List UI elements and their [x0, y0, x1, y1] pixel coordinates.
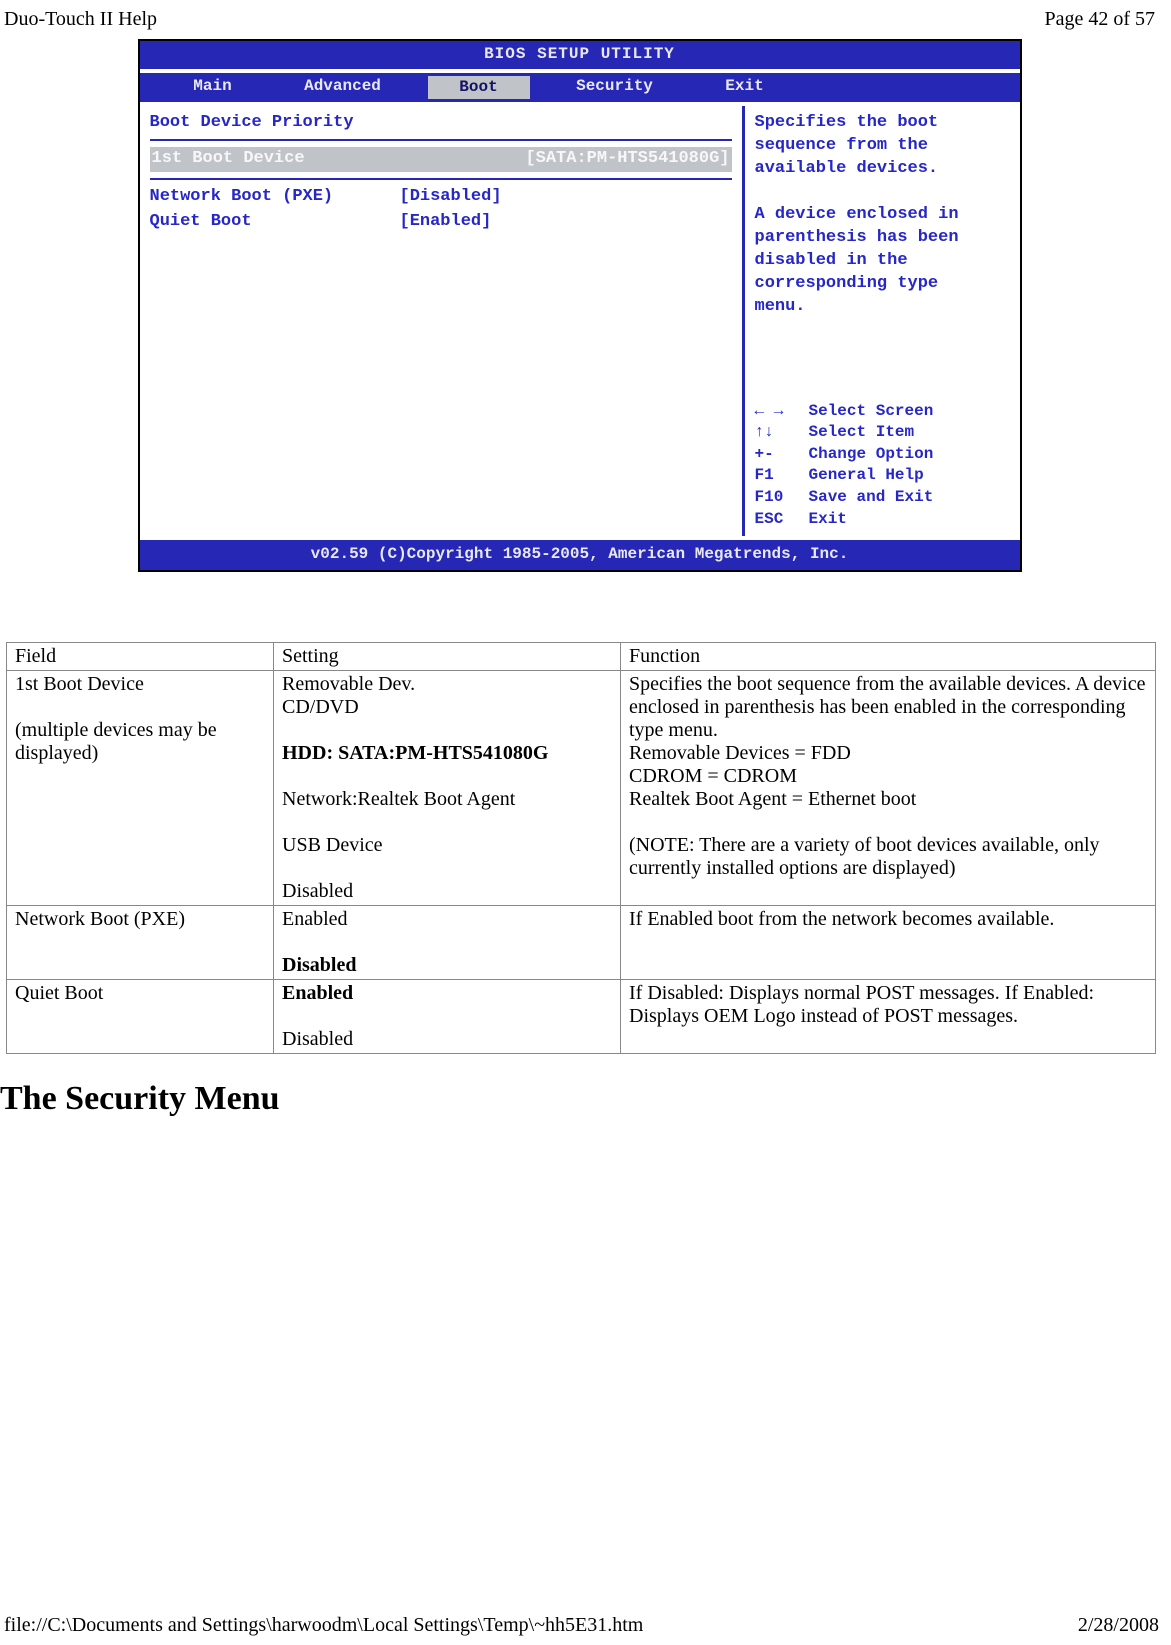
bios-key-row: ESC Exit [755, 509, 1010, 531]
setting-bold: Disabled [282, 954, 612, 977]
cell-function: If Enabled boot from the network becomes… [621, 905, 1156, 979]
bios-body: Boot Device Priority 1st Boot Device [SA… [140, 106, 1020, 536]
col-field: Field [7, 642, 274, 670]
bios-first-boot-label: 1st Boot Device [152, 148, 305, 171]
func-line: Realtek Boot Agent = Ethernet boot [629, 788, 1147, 811]
bios-tab-bar: Main Advanced Boot Security Exit [140, 73, 1020, 107]
bios-tab-exit[interactable]: Exit [700, 76, 790, 100]
bios-key: ← → [755, 401, 799, 423]
setting-line: Enabled [282, 908, 612, 931]
bios-right-pane: Specifies the boot sequence from the ava… [745, 106, 1020, 536]
page-footer: file://C:\Documents and Settings\harwood… [4, 1614, 1159, 1637]
bios-tab-advanced[interactable]: Advanced [298, 76, 388, 100]
bios-key-legend: ← → Select Screen ↑↓ Select Item +- Change … [755, 401, 1010, 531]
footer-right: 2/28/2008 [1078, 1614, 1159, 1637]
bios-key-desc: Select Screen [809, 401, 934, 423]
page-header: Duo-Touch II Help Page 42 of 57 [0, 8, 1159, 37]
table-row: Quiet Boot Enabled Disabled If Disabled:… [7, 979, 1156, 1053]
cell-setting: Enabled Disabled [274, 979, 621, 1053]
bios-left-pane: Boot Device Priority 1st Boot Device [SA… [140, 106, 745, 536]
setting-line: USB Device [282, 834, 612, 857]
cell-field: Network Boot (PXE) [7, 905, 274, 979]
bios-tab-main[interactable]: Main [168, 76, 258, 100]
bios-key-row: F1 General Help [755, 465, 1010, 487]
bios-footer: v02.59 (C)Copyright 1985-2005, American … [140, 536, 1020, 570]
cell-function: Specifies the boot sequence from the ava… [621, 670, 1156, 905]
func-line: CDROM = CDROM [629, 765, 1147, 788]
section-heading-security: The Security Menu [0, 1080, 1159, 1118]
bios-key-desc: Select Item [809, 422, 915, 444]
bios-network-boot-row[interactable]: Network Boot (PXE) [Disabled] [150, 186, 732, 209]
bios-key: +- [755, 444, 799, 466]
footer-left: file://C:\Documents and Settings\harwood… [4, 1614, 643, 1637]
cell-field: 1st Boot Device (multiple devices may be… [7, 670, 274, 905]
bios-key-desc: Change Option [809, 444, 934, 466]
cell-setting: Removable Dev. CD/DVD HDD: SATA:PM-HTS54… [274, 670, 621, 905]
bios-screenshot: BIOS SETUP UTILITY Main Advanced Boot Se… [0, 39, 1159, 572]
setting-bold: HDD: SATA:PM-HTS541080G [282, 742, 612, 765]
bios-window: BIOS SETUP UTILITY Main Advanced Boot Se… [138, 39, 1022, 572]
bios-help-text: Specifies the boot sequence from the ava… [755, 112, 1010, 318]
bios-key: F1 [755, 465, 799, 487]
bios-key: ↑↓ [755, 422, 799, 444]
settings-table: Field Setting Function 1st Boot Device (… [6, 642, 1156, 1054]
bios-quiet-value: [Enabled] [400, 211, 492, 234]
bios-section-heading: Boot Device Priority [150, 112, 732, 141]
header-left: Duo-Touch II Help [4, 8, 157, 31]
bios-quiet-label: Quiet Boot [150, 211, 360, 234]
func-line: (NOTE: There are a variety of boot devic… [629, 834, 1147, 880]
bios-tab-boot[interactable]: Boot [428, 76, 530, 100]
bios-key-row: ← → Select Screen [755, 401, 1010, 423]
setting-line: Disabled [282, 1028, 612, 1051]
col-function: Function [621, 642, 1156, 670]
bios-net-label: Network Boot (PXE) [150, 186, 360, 209]
bios-key-row: F10 Save and Exit [755, 487, 1010, 509]
bios-quiet-boot-row[interactable]: Quiet Boot [Enabled] [150, 211, 732, 234]
cell-field: Quiet Boot [7, 979, 274, 1053]
bios-key-desc: General Help [809, 465, 924, 487]
table-header-row: Field Setting Function [7, 642, 1156, 670]
field-line: 1st Boot Device [15, 673, 265, 696]
field-line: (multiple devices may be displayed) [15, 719, 265, 765]
setting-line: Removable Dev. [282, 673, 612, 696]
setting-line: CD/DVD [282, 696, 612, 719]
document-page: Duo-Touch II Help Page 42 of 57 BIOS SET… [0, 0, 1171, 1645]
bios-first-boot-device[interactable]: 1st Boot Device [SATA:PM-HTS541080G] [150, 147, 732, 172]
table-row: Network Boot (PXE) Enabled Disabled If E… [7, 905, 1156, 979]
bios-key: F10 [755, 487, 799, 509]
setting-line: Network:Realtek Boot Agent [282, 788, 612, 811]
setting-line: Disabled [282, 880, 612, 903]
func-line: Specifies the boot sequence from the ava… [629, 673, 1147, 742]
bios-first-boot-value: [SATA:PM-HTS541080G] [525, 148, 729, 171]
cell-function: If Disabled: Displays normal POST messag… [621, 979, 1156, 1053]
header-right: Page 42 of 57 [1044, 8, 1155, 31]
cell-setting: Enabled Disabled [274, 905, 621, 979]
bios-key-row: ↑↓ Select Item [755, 422, 1010, 444]
bios-tab-security[interactable]: Security [570, 76, 660, 100]
bios-divider [150, 178, 732, 180]
table-row: 1st Boot Device (multiple devices may be… [7, 670, 1156, 905]
func-line: Removable Devices = FDD [629, 742, 1147, 765]
bios-key-desc: Exit [809, 509, 847, 531]
bios-key-row: +- Change Option [755, 444, 1010, 466]
setting-bold: Enabled [282, 982, 612, 1005]
bios-net-value: [Disabled] [400, 186, 502, 209]
bios-key: ESC [755, 509, 799, 531]
bios-key-desc: Save and Exit [809, 487, 934, 509]
bios-title: BIOS SETUP UTILITY [140, 41, 1020, 73]
col-setting: Setting [274, 642, 621, 670]
